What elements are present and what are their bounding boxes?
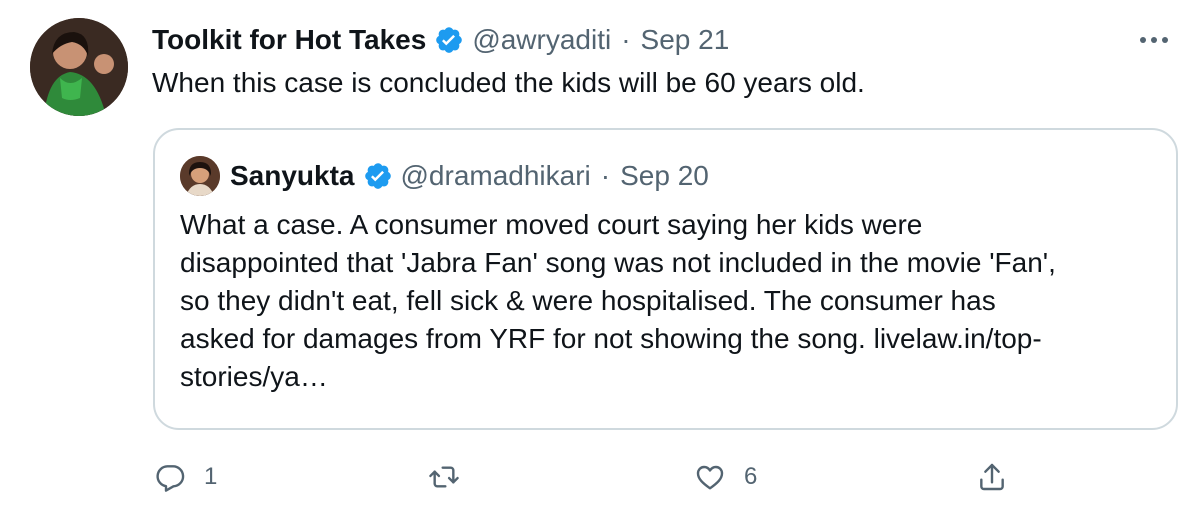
quoted-tweet-text: What a case. A consumer moved court sayi… [180, 206, 1160, 396]
avatar-image [30, 18, 128, 116]
reply-button[interactable]: 1 [154, 455, 217, 499]
timestamp[interactable]: Sep 21 [641, 22, 730, 58]
avatar[interactable] [30, 18, 128, 116]
share-button[interactable] [976, 455, 1008, 499]
quoted-avatar [180, 156, 220, 196]
quoted-tweet-header: Sanyukta @dramadhikari · Sep 20 [180, 156, 709, 196]
quoted-text-line: so they didn't eat, fell sick & were hos… [180, 285, 996, 316]
quoted-timestamp: Sep 20 [620, 160, 709, 191]
heart-icon [696, 465, 724, 490]
like-count: 6 [744, 463, 758, 490]
tweet-text: When this case is concluded the kids wil… [152, 67, 865, 98]
quoted-display-name: Sanyukta [230, 160, 355, 191]
share-icon [980, 463, 1004, 491]
like-button[interactable]: 6 [694, 455, 757, 499]
action-bar: 1 6 [152, 455, 1012, 499]
quoted-text-line: What a case. A consumer moved court sayi… [180, 209, 923, 240]
handle[interactable]: @awryaditi [472, 22, 611, 58]
quoted-tweet[interactable]: Sanyukta @dramadhikari · Sep 20 What a c… [153, 128, 1178, 430]
separator-dot: · [600, 160, 611, 191]
quoted-text-line: asked for damages from YRF for not showi… [180, 323, 1042, 354]
separator-dot: · [621, 24, 631, 55]
tweet-header: Toolkit for Hot Takes @awryaditi · Sep 2… [152, 22, 729, 58]
tweet[interactable]: Toolkit for Hot Takes @awryaditi · Sep 2… [0, 0, 1200, 521]
display-name[interactable]: Toolkit for Hot Takes [152, 22, 426, 58]
quoted-text-line: disappointed that 'Jabra Fan' song was n… [180, 247, 1056, 278]
reply-count: 1 [204, 463, 218, 490]
retweet-icon [429, 466, 459, 488]
reply-icon [156, 465, 185, 492]
more-icon[interactable] [1134, 30, 1174, 50]
quoted-text-line: stories/ya… [180, 361, 328, 392]
verified-badge-icon [434, 25, 464, 55]
verified-badge-icon [363, 161, 393, 191]
quoted-handle: @dramadhikari [400, 160, 591, 191]
retweet-button[interactable] [428, 455, 478, 499]
